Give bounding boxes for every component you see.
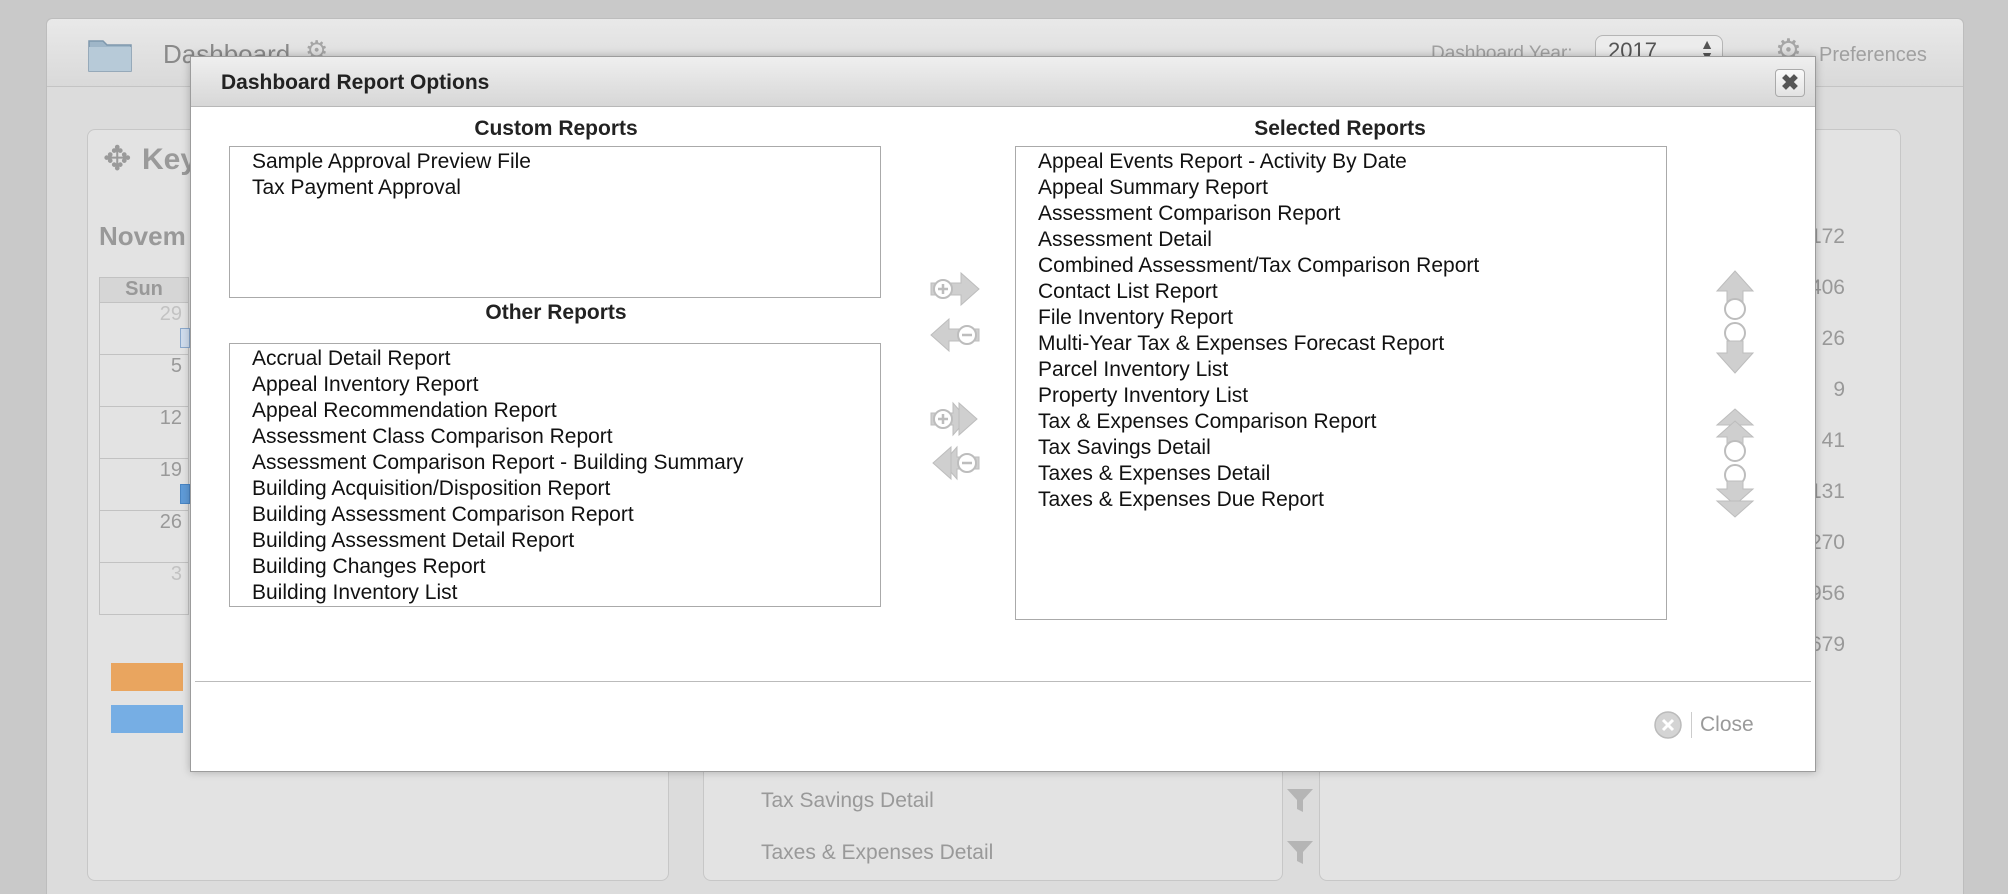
list-item[interactable]: Assessment Class Comparison Report — [252, 424, 880, 450]
remove-other-report-button[interactable] — [929, 445, 981, 481]
move-top-bottom-icon[interactable] — [1715, 407, 1755, 519]
add-custom-report-button[interactable] — [929, 271, 981, 307]
custom-reports-heading: Custom Reports — [474, 117, 638, 140]
calendar-month-label: Novem — [99, 221, 186, 251]
list-item[interactable]: Accrual Detail Report — [252, 346, 880, 372]
list-item[interactable]: Sample Approval Preview File — [252, 149, 880, 175]
other-reports-list[interactable]: Accrual Detail Report Appeal Inventory R… — [229, 343, 881, 607]
dashboard-report-options-dialog: Dashboard Report Options ✖ Custom Report… — [190, 56, 1816, 772]
list-item[interactable]: Building Assessment Comparison Report — [252, 502, 880, 528]
report-row-label[interactable]: Taxes & Expenses Detail — [761, 841, 993, 865]
other-reports-heading: Other Reports — [485, 301, 627, 324]
list-item[interactable]: Property Inventory List — [1038, 383, 1666, 409]
report-row-label[interactable]: Tax Savings Detail — [761, 789, 934, 813]
key-dates-title: Key — [142, 143, 198, 176]
close-separator — [1691, 712, 1692, 738]
add-other-report-button[interactable] — [929, 401, 981, 437]
calendar-day[interactable]: 19 — [99, 459, 189, 511]
calendar-day-header: Sun — [99, 277, 189, 303]
legend-swatch-orange — [111, 663, 183, 691]
list-item[interactable]: Parcel Inventory List — [1038, 357, 1666, 383]
move-up-down-icon[interactable] — [1715, 269, 1755, 375]
list-item[interactable]: Tax & Expenses Comparison Report — [1038, 409, 1666, 435]
filter-icon[interactable] — [1285, 787, 1315, 815]
calendar-event-marker[interactable] — [180, 484, 190, 504]
list-item[interactable]: Assessment Comparison Report - Building … — [252, 450, 880, 476]
move-icon[interactable]: ✥ — [103, 139, 132, 179]
calendar-day[interactable]: 3 — [99, 563, 189, 615]
list-item[interactable]: Combined Assessment/Tax Comparison Repor… — [1038, 253, 1666, 279]
folder-icon — [88, 40, 132, 72]
list-item[interactable]: Building Assessment Detail Report — [252, 528, 880, 554]
dialog-title: Dashboard Report Options — [221, 71, 490, 94]
list-item[interactable]: Building Changes Report — [252, 554, 880, 580]
dialog-close-x-button[interactable]: ✖ — [1775, 69, 1805, 97]
calendar-event-marker[interactable] — [180, 328, 190, 348]
list-item[interactable]: Contact List Report — [1038, 279, 1666, 305]
list-item[interactable]: Building Acquisition/Disposition Report — [252, 476, 880, 502]
list-item[interactable]: Taxes & Expenses Detail — [1038, 461, 1666, 487]
list-item[interactable]: Building Inventory List — [252, 580, 880, 606]
close-button[interactable]: Close — [1653, 707, 1754, 743]
list-item[interactable]: Taxes & Expenses Due Report — [1038, 487, 1666, 513]
calendar-day[interactable]: 5 — [99, 355, 189, 407]
close-circle-icon — [1654, 711, 1682, 739]
custom-reports-list[interactable]: Sample Approval Preview File Tax Payment… — [229, 146, 881, 298]
remove-custom-report-button[interactable] — [929, 317, 981, 353]
preferences-link[interactable]: Preferences — [1819, 44, 1927, 67]
list-item[interactable]: File Inventory Report — [1038, 305, 1666, 331]
calendar-day[interactable]: 12 — [99, 407, 189, 459]
list-item[interactable]: Tax Payment Approval — [252, 175, 880, 201]
list-item[interactable]: Appeal Events Report - Activity By Date — [1038, 149, 1666, 175]
list-item[interactable]: Appeal Recommendation Report — [252, 398, 880, 424]
close-button-label: Close — [1700, 713, 1754, 736]
list-item[interactable]: Assessment Comparison Report — [1038, 201, 1666, 227]
list-item[interactable]: Appeal Inventory Report — [252, 372, 880, 398]
dialog-footer-divider — [195, 681, 1811, 682]
calendar-day[interactable]: 29 — [99, 303, 189, 355]
legend-swatch-blue — [111, 705, 183, 733]
selected-reports-heading: Selected Reports — [1254, 117, 1426, 140]
list-item[interactable]: Multi-Year Tax & Expenses Forecast Repor… — [1038, 331, 1666, 357]
filter-icon[interactable] — [1285, 839, 1315, 867]
list-item[interactable]: Tax Savings Detail — [1038, 435, 1666, 461]
list-item[interactable]: Appeal Summary Report — [1038, 175, 1666, 201]
dialog-titlebar: Dashboard Report Options ✖ — [191, 57, 1815, 107]
calendar: Sun 29 5 12 19 26 3 — [99, 277, 189, 615]
calendar-day[interactable]: 26 — [99, 511, 189, 563]
list-item[interactable]: Assessment Detail — [1038, 227, 1666, 253]
selected-reports-list[interactable]: Appeal Events Report - Activity By Date … — [1015, 146, 1667, 620]
